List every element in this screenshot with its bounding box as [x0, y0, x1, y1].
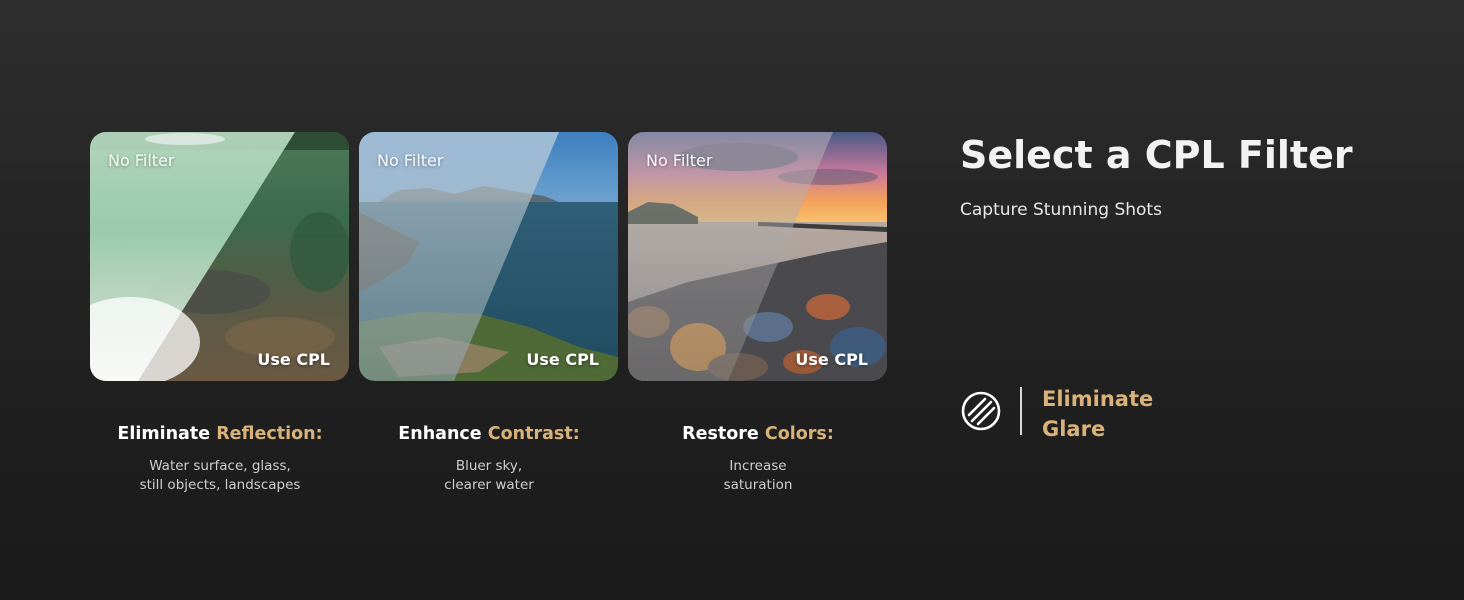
caption-lead: Eliminate [117, 424, 211, 444]
caption-lead: Restore [682, 424, 759, 444]
no-filter-label: No Filter [108, 151, 175, 170]
caption-description: Increase saturation [628, 457, 888, 495]
caption-description: Water surface, glass, still objects, lan… [90, 457, 350, 495]
caption-accent: Reflection: [216, 424, 323, 444]
description-line: Increase [729, 458, 787, 474]
description-line: Bluer sky, [455, 458, 523, 474]
use-cpl-label: Use CPL [526, 350, 599, 369]
caption-contrast: Enhance Contrast: Bluer sky, clearer wat… [359, 424, 619, 495]
page-title: Select a CPL Filter [960, 133, 1353, 177]
caption-description: Bluer sky, clearer water [359, 457, 619, 495]
caption-accent: Contrast: [487, 424, 580, 444]
feature-label-line: Glare [1042, 417, 1106, 441]
caption-heading: Restore Colors: [628, 424, 888, 444]
use-cpl-label: Use CPL [257, 350, 330, 369]
caption-colors: Restore Colors: Increase saturation [628, 424, 888, 495]
description-line: still objects, landscapes [139, 477, 301, 493]
comparison-card-reflection: No Filter Use CPL [90, 132, 349, 381]
page-subtitle: Capture Stunning Shots [960, 200, 1162, 220]
feature-label-line: Eliminate [1042, 387, 1154, 411]
feature-label: Eliminate Glare [1042, 384, 1242, 444]
feature-divider [1020, 387, 1022, 435]
caption-lead: Enhance [398, 424, 482, 444]
caption-heading: Eliminate Reflection: [90, 424, 350, 444]
no-filter-label: No Filter [377, 151, 444, 170]
caption-accent: Colors: [764, 424, 834, 444]
description-line: Water surface, glass, [149, 458, 291, 474]
comparison-card-colors: No Filter Use CPL [628, 132, 887, 381]
caption-heading: Enhance Contrast: [359, 424, 619, 444]
glare-filter-icon [961, 391, 1001, 431]
use-cpl-label: Use CPL [795, 350, 868, 369]
description-line: saturation [723, 477, 793, 493]
no-filter-label: No Filter [646, 151, 713, 170]
description-line: clearer water [444, 477, 534, 493]
caption-reflection: Eliminate Reflection: Water surface, gla… [90, 424, 350, 495]
comparison-card-contrast: No Filter Use CPL [359, 132, 618, 381]
